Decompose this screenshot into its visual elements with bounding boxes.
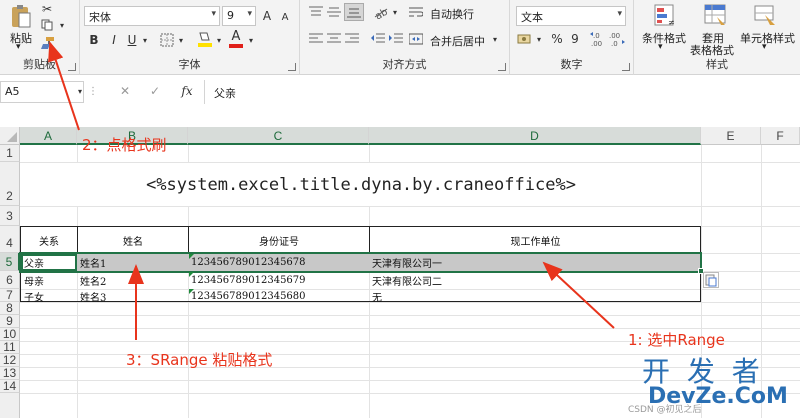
annotation-step2: 2：点格式刷 [82, 136, 167, 154]
annotation-step1: 1: 选中Range [628, 331, 725, 349]
arrow-select-range [542, 261, 615, 329]
watermark-csdn: CSDN @初见之后 [628, 405, 702, 415]
arrow-format-painter [48, 41, 80, 131]
annotation-step3: 3：SRange 粘贴格式 [126, 351, 273, 369]
